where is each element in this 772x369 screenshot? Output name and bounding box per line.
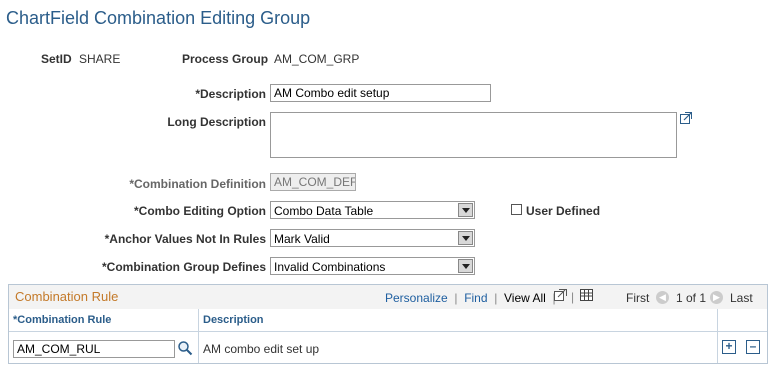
combination-rule-field[interactable]: AM_COM_RUL	[13, 340, 175, 358]
previous-arrow-icon: ◀	[656, 291, 669, 304]
process-group-label: Process Group	[182, 52, 269, 66]
combination-definition-field: AM_COM_DEF	[270, 173, 356, 191]
next-arrow-icon: ▶	[710, 291, 723, 304]
setid-label: SetID	[41, 52, 72, 66]
long-description-label: Long Description	[167, 115, 266, 129]
setid-value: SHARE	[79, 52, 121, 66]
new-window-icon[interactable]	[553, 288, 568, 302]
anchor-values-value: Mark Valid	[274, 232, 330, 246]
column-divider	[717, 309, 718, 363]
first-label: First	[626, 291, 650, 305]
combo-editing-option-select[interactable]: Combo Data Table	[270, 201, 475, 219]
combination-rule-grid: Combination Rule Personalize | Find | Vi…	[8, 284, 768, 364]
dropdown-arrow-icon	[458, 231, 473, 245]
grid-toolbar: Personalize | Find | View All |	[385, 291, 556, 305]
personalize-link[interactable]: Personalize	[385, 291, 448, 305]
dropdown-arrow-icon	[458, 259, 473, 273]
grid-title: Combination Rule	[15, 289, 119, 304]
grid-column-headers: *Combination Rule Description	[9, 309, 767, 332]
description-field[interactable]: AM Combo edit setup	[270, 84, 491, 102]
user-defined-checkbox[interactable]	[511, 204, 522, 215]
combo-editing-option-label: *Combo Editing Option	[134, 204, 266, 218]
column-divider	[198, 309, 199, 363]
combination-group-defines-label: *Combination Group Defines	[101, 260, 266, 274]
anchor-values-select[interactable]: Mark Valid	[270, 229, 475, 247]
row-range: 1 of 1	[676, 291, 707, 305]
rule-description: AM combo edit set up	[203, 342, 320, 356]
lookup-search-icon[interactable]	[177, 340, 193, 356]
combination-definition-label: *Combination Definition	[129, 177, 266, 191]
process-group-value: AM_COM_GRP	[274, 52, 360, 66]
dropdown-arrow-icon	[458, 203, 473, 217]
find-link[interactable]: Find	[464, 291, 487, 305]
page-title: ChartField Combination Editing Group	[6, 8, 311, 28]
column-header-description[interactable]: Description	[203, 314, 264, 326]
add-row-plus-icon[interactable]: +	[722, 340, 736, 354]
view-all-link[interactable]: View All	[504, 291, 546, 305]
combo-editing-option-value: Combo Data Table	[274, 204, 374, 218]
download-spreadsheet-icon[interactable]	[579, 288, 594, 302]
grid-header-bar: Combination Rule Personalize | Find | Vi…	[9, 285, 767, 310]
description-label: *Description	[195, 87, 266, 101]
anchor-values-label: *Anchor Values Not In Rules	[104, 232, 266, 246]
column-header-combination-rule[interactable]: *Combination Rule	[13, 314, 111, 326]
combination-group-defines-value: Invalid Combinations	[274, 260, 386, 274]
combination-group-defines-select[interactable]: Invalid Combinations	[270, 257, 475, 275]
delete-row-minus-icon[interactable]: –	[746, 340, 760, 354]
user-defined-label: User Defined	[526, 204, 601, 218]
last-label: Last	[730, 291, 753, 305]
long-description-textarea[interactable]	[270, 112, 677, 158]
expand-textarea-icon[interactable]	[679, 111, 693, 125]
